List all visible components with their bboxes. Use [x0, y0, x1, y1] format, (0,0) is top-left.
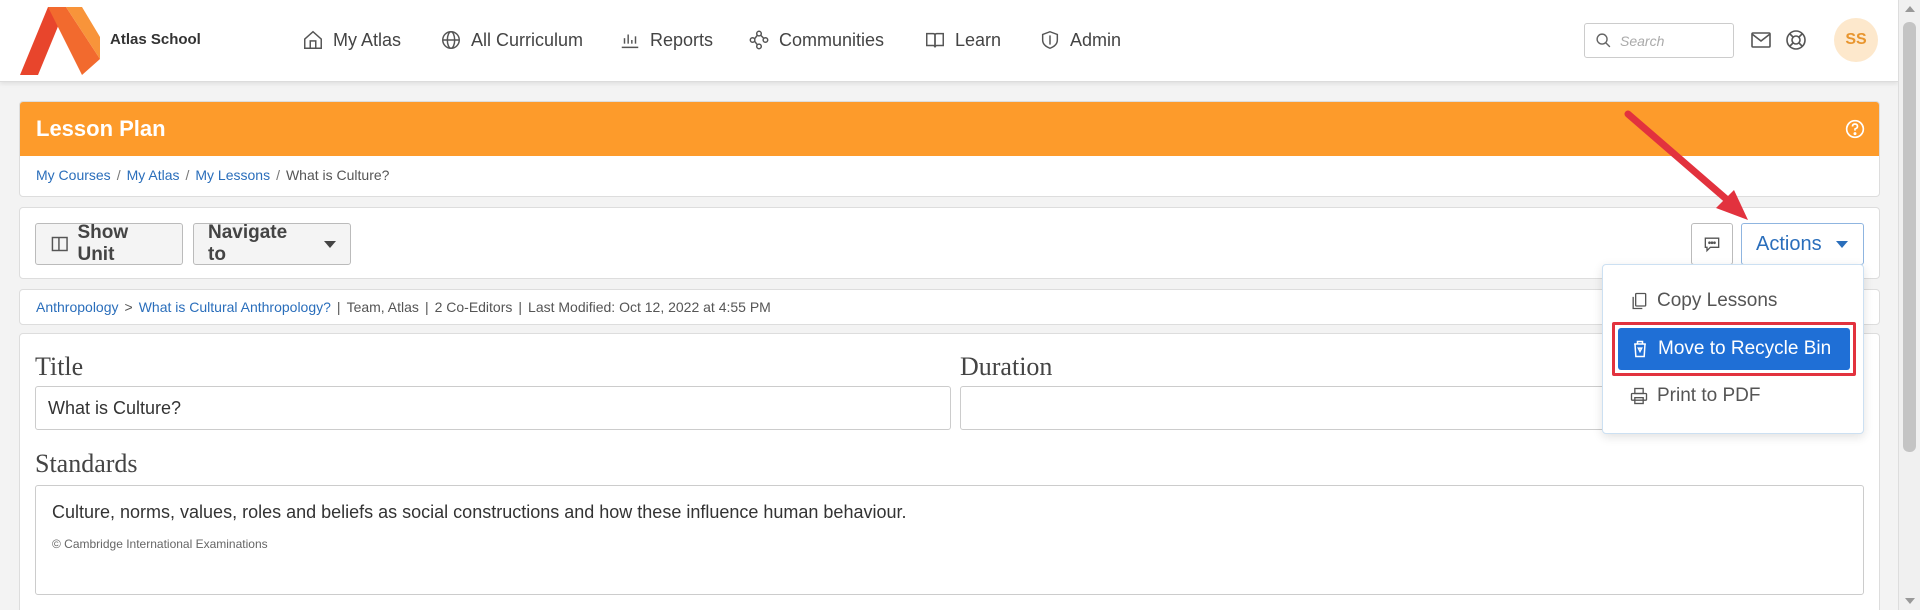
- atlas-logo[interactable]: [20, 7, 100, 75]
- navigate-to-dropdown[interactable]: Navigate to: [193, 222, 351, 265]
- lesson-plan-header: Lesson Plan My Courses / My Atlas / My L…: [19, 101, 1880, 197]
- lesson-plan-bar: Lesson Plan: [20, 102, 1879, 156]
- lesson-content: Title Duration Standards Culture, norms,…: [19, 333, 1880, 610]
- search-box[interactable]: [1584, 23, 1734, 58]
- chevron-down-icon: [1835, 240, 1848, 248]
- printer-icon: [1630, 387, 1648, 405]
- menu-item-label: Print to PDF: [1657, 385, 1761, 406]
- nav-label: Learn: [955, 29, 1002, 50]
- scroll-down-arrow[interactable]: [1905, 598, 1915, 604]
- actions-label: Actions: [1756, 232, 1822, 255]
- lesson-toolbar: Show Unit Navigate to Actions: [19, 207, 1880, 279]
- shield-icon: [1041, 30, 1059, 50]
- breadcrumb-current: What is Culture?: [285, 167, 390, 183]
- menu-item-label: Move to Recycle Bin: [1658, 338, 1832, 359]
- nav-reports[interactable]: Reports: [619, 26, 713, 54]
- title-label: Title: [35, 352, 84, 381]
- annotation-arrow: [1624, 110, 1748, 220]
- actions-menu: Copy Lessons Move to Recycle Bin Print t…: [1602, 264, 1864, 434]
- nav-label: Communities: [779, 29, 885, 50]
- title-field[interactable]: [35, 386, 951, 430]
- meta-separator: |: [518, 299, 523, 315]
- nav-label: Reports: [650, 29, 714, 50]
- standard-source: © Cambridge International Examinations: [52, 537, 268, 551]
- nav-all-curriculum[interactable]: All Curriculum: [440, 26, 583, 54]
- show-unit-button[interactable]: Show Unit: [35, 222, 183, 265]
- breadcrumb-separator: /: [185, 167, 190, 183]
- meta-separator: |: [336, 299, 341, 315]
- chevron-down-icon: [324, 240, 336, 248]
- network-icon: [749, 30, 769, 50]
- breadcrumb-my-courses[interactable]: My Courses: [36, 167, 111, 183]
- menu-item-print-to-pdf[interactable]: Print to PDF: [1603, 376, 1863, 416]
- navigate-to-label: Navigate to: [208, 222, 288, 265]
- menu-item-label: Copy Lessons: [1657, 290, 1778, 311]
- globe-icon: [442, 31, 460, 49]
- unit-link[interactable]: What is Cultural Anthropology?: [139, 299, 331, 315]
- comment-icon: [1704, 237, 1720, 253]
- breadcrumb-my-lessons[interactable]: My Lessons: [195, 167, 270, 183]
- page-scrollbar[interactable]: [1898, 0, 1920, 610]
- comment-button[interactable]: [1691, 223, 1733, 265]
- nav-communities[interactable]: Communities: [748, 26, 884, 54]
- breadcrumb-separator: /: [116, 167, 121, 183]
- last-modified-text: Last Modified: Oct 12, 2022 at 4:55 PM: [528, 299, 771, 315]
- breadcrumb: My Courses / My Atlas / My Lessons / Wha…: [20, 156, 1879, 194]
- lesson-meta-info: Anthropology > What is Cultural Anthropo…: [19, 289, 1880, 325]
- actions-dropdown-button[interactable]: Actions: [1741, 223, 1864, 265]
- nav-admin[interactable]: Admin: [1039, 26, 1121, 54]
- breadcrumb-my-atlas[interactable]: My Atlas: [127, 167, 180, 183]
- bar-chart-icon: [621, 34, 639, 49]
- top-navigation: Atlas School My Atlas All Curriculum Rep…: [0, 0, 1898, 82]
- breadcrumb-separator: /: [276, 167, 280, 183]
- mail-icon[interactable]: [1749, 28, 1773, 52]
- nav-label: My Atlas: [333, 29, 402, 50]
- columns-icon: [51, 236, 68, 252]
- meta-separator: >: [124, 299, 133, 315]
- book-icon: [926, 32, 944, 48]
- recycle-bin-icon: [1634, 340, 1646, 358]
- search-input[interactable]: [1620, 32, 1720, 49]
- avatar[interactable]: SS: [1834, 18, 1878, 62]
- menu-item-move-to-recycle-bin[interactable]: Move to Recycle Bin: [1618, 328, 1850, 370]
- standard-text: Culture, norms, values, roles and belief…: [52, 502, 907, 522]
- subject-link[interactable]: Anthropology: [36, 299, 119, 315]
- home-icon: [304, 30, 322, 49]
- school-name: Atlas School: [110, 31, 201, 48]
- co-editors-text[interactable]: 2 Co-Editors: [435, 299, 513, 315]
- show-unit-label: Show Unit: [77, 222, 129, 265]
- help-icon[interactable]: [1845, 119, 1865, 139]
- standards-box[interactable]: Culture, norms, values, roles and belief…: [35, 485, 1864, 595]
- search-icon: [1596, 33, 1611, 48]
- duration-label: Duration: [960, 352, 1053, 381]
- nav-learn[interactable]: Learn: [924, 26, 1001, 54]
- menu-item-copy-lessons[interactable]: Copy Lessons: [1603, 281, 1863, 321]
- scroll-up-arrow[interactable]: [1905, 6, 1915, 12]
- help-lifebuoy-icon[interactable]: [1784, 28, 1808, 52]
- meta-separator: |: [424, 299, 429, 315]
- team-text: Team, Atlas: [346, 299, 419, 315]
- scrollbar-thumb[interactable]: [1903, 22, 1916, 452]
- page-title: Lesson Plan: [36, 116, 166, 141]
- copy-icon: [1632, 292, 1647, 310]
- nav-my-atlas[interactable]: My Atlas: [302, 26, 401, 54]
- nav-label: All Curriculum: [471, 29, 584, 50]
- nav-label: Admin: [1070, 29, 1122, 50]
- standards-label: Standards: [35, 449, 138, 478]
